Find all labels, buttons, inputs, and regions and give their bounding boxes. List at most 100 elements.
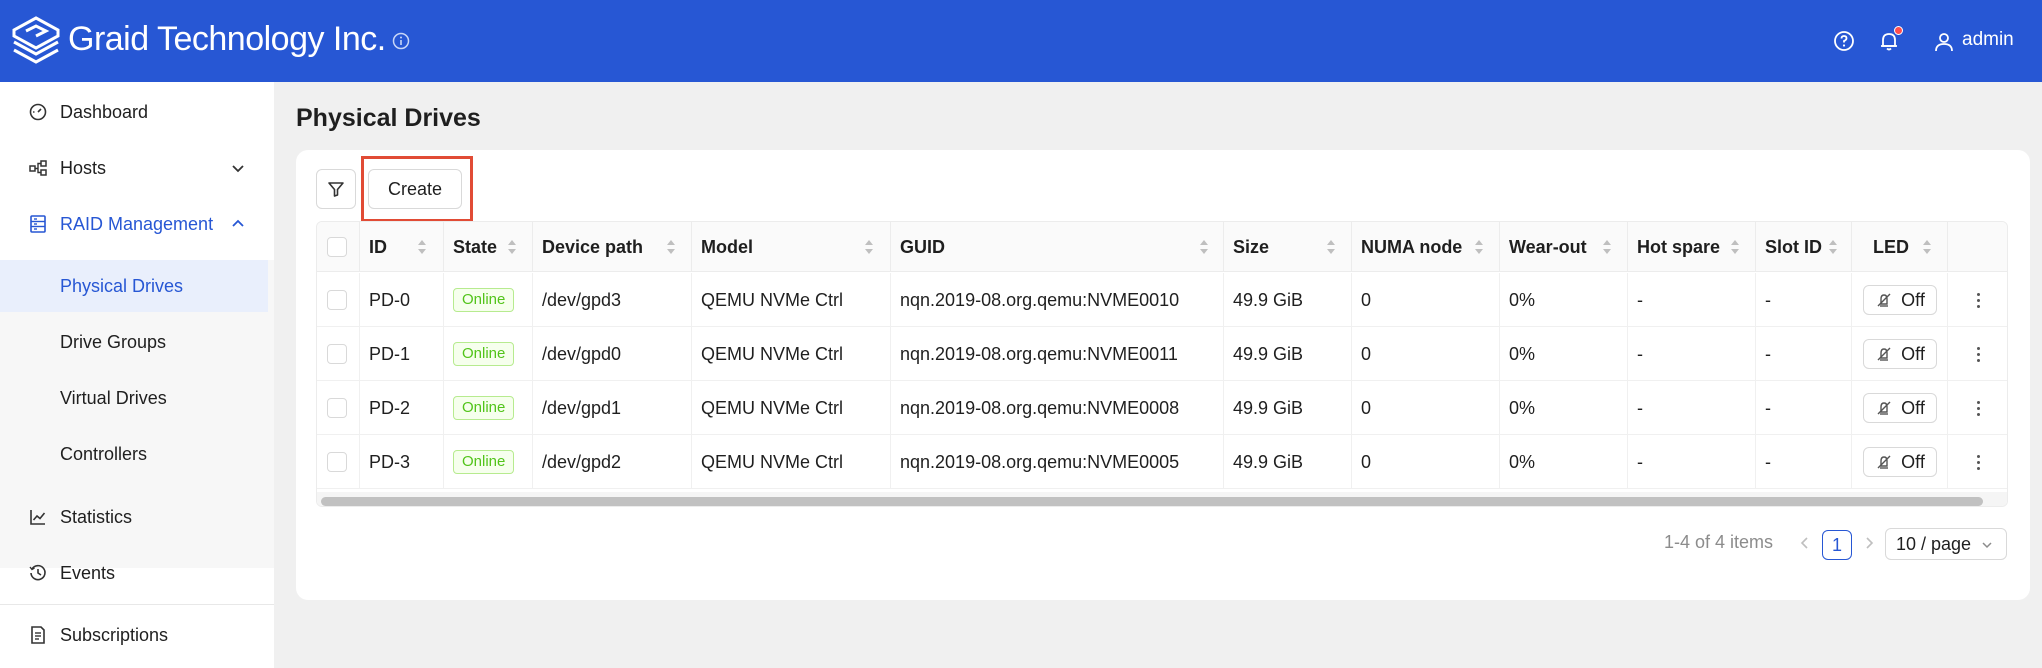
create-button[interactable]: Create — [368, 169, 462, 209]
cell-id: PD-1 — [369, 343, 411, 364]
column-header-led[interactable]: LED — [1863, 222, 1909, 272]
sidebar-item-subscriptions[interactable]: Subscriptions — [0, 607, 274, 663]
row-checkbox[interactable] — [327, 344, 347, 364]
led-toggle-button[interactable]: Off — [1863, 393, 1937, 423]
sort-icon[interactable] — [1730, 238, 1740, 256]
cell-id: PD-3 — [369, 451, 411, 472]
sort-icon[interactable] — [1199, 238, 1209, 256]
sidebar-item-label: Events — [60, 562, 116, 583]
page-size-select[interactable]: 10 / page — [1885, 528, 2007, 560]
top-header: Graid Technology Inc. admin — [0, 0, 2042, 82]
filter-button[interactable] — [316, 169, 356, 209]
sort-icon[interactable] — [864, 238, 874, 256]
drives-table: ID State Device path Model GUID Size NUM… — [316, 221, 2008, 507]
user-name[interactable]: admin — [1962, 29, 2014, 51]
sort-icon[interactable] — [1326, 238, 1336, 256]
statistics-icon — [30, 510, 46, 525]
column-header-state[interactable]: State — [443, 222, 497, 272]
cell-numa-node: 0 — [1361, 397, 1372, 418]
column-header-guid[interactable]: GUID — [890, 222, 945, 272]
current-page[interactable]: 1 — [1822, 530, 1852, 560]
sidebar-item-label: Controllers — [60, 443, 148, 464]
led-toggle-button[interactable]: Off — [1863, 339, 1937, 369]
column-separator — [1947, 435, 1948, 489]
cell-hot-spare: - — [1637, 397, 1643, 418]
row-checkbox[interactable] — [327, 452, 347, 472]
more-actions-icon[interactable] — [1972, 289, 1984, 311]
column-header-numa-node[interactable]: NUMA node — [1351, 222, 1462, 272]
sort-icon[interactable] — [1828, 238, 1838, 256]
hosts-icon — [29, 160, 47, 176]
column-header-id[interactable]: ID — [359, 222, 387, 272]
chevron-left-icon[interactable] — [1796, 532, 1814, 554]
sidebar-item-drive-groups[interactable]: Drive Groups — [0, 316, 274, 368]
cell-state: Online — [443, 327, 515, 381]
sidebar-item-dashboard[interactable]: Dashboard — [0, 84, 274, 140]
table-row[interactable]: PD-0 Online /dev/gpd3 QEMU NVMe Ctrl nqn… — [317, 273, 2007, 327]
sort-icon[interactable] — [1474, 238, 1484, 256]
page-size-value: 10 / page — [1896, 533, 1972, 554]
sort-icon[interactable] — [666, 238, 676, 256]
table-header: ID State Device path Model GUID Size NUM… — [317, 222, 2007, 272]
sort-icon[interactable] — [507, 238, 517, 256]
cell-size: 49.9 GiB — [1233, 289, 1304, 310]
column-header-model[interactable]: Model — [691, 222, 753, 272]
column-separator — [1947, 327, 1948, 381]
cell-state: Online — [443, 435, 515, 489]
column-header-wear-out[interactable]: Wear-out — [1499, 222, 1587, 272]
more-actions-icon[interactable] — [1972, 451, 1984, 473]
sidebar-item-controllers[interactable]: Controllers — [0, 428, 274, 480]
sidebar-item-label: Subscriptions — [60, 624, 169, 645]
row-checkbox[interactable] — [327, 398, 347, 418]
graid-logo-icon[interactable] — [8, 14, 64, 68]
cell-hot-spare: - — [1637, 289, 1643, 310]
column-separator — [1851, 381, 1852, 435]
help-icon[interactable] — [1832, 29, 1856, 53]
column-header-device-path[interactable]: Device path — [532, 222, 643, 272]
column-header-hot-spare[interactable]: Hot spare — [1627, 222, 1720, 272]
sidebar-item-hosts[interactable]: Hosts — [0, 140, 274, 196]
cell-device-path: /dev/gpd0 — [542, 343, 622, 364]
chevron-right-icon[interactable] — [1860, 532, 1878, 554]
cell-slot-id: - — [1765, 451, 1771, 472]
sort-icon[interactable] — [1922, 238, 1932, 256]
cell-guid: nqn.2019-08.org.qemu:NVME0008 — [900, 397, 1180, 418]
led-toggle-button[interactable]: Off — [1863, 447, 1937, 477]
sidebar-item-events[interactable]: Events — [0, 545, 274, 601]
pagination-total: 1-4 of 4 items — [1664, 532, 1774, 552]
sort-icon[interactable] — [1602, 238, 1612, 256]
column-header-size[interactable]: Size — [1223, 222, 1269, 272]
scrollbar-thumb[interactable] — [321, 497, 1983, 506]
select-all-checkbox[interactable] — [327, 237, 347, 257]
sidebar-item-label: Virtual Drives — [60, 387, 167, 408]
led-off-icon — [1877, 455, 1891, 469]
cell-hot-spare: - — [1637, 343, 1643, 364]
cell-model: QEMU NVMe Ctrl — [701, 397, 844, 418]
column-separator — [1947, 273, 1948, 327]
row-checkbox[interactable] — [327, 290, 347, 310]
led-label: Off — [1901, 451, 1925, 472]
more-actions-icon[interactable] — [1972, 397, 1984, 419]
sidebar-divider — [0, 604, 274, 605]
led-off-icon — [1877, 293, 1891, 307]
sidebar-item-label: Drive Groups — [60, 331, 167, 352]
info-icon[interactable] — [392, 32, 410, 50]
sidebar-item-virtual-drives[interactable]: Virtual Drives — [0, 372, 274, 424]
table-row[interactable]: PD-1 Online /dev/gpd0 QEMU NVMe Ctrl nqn… — [317, 327, 2007, 381]
cell-numa-node: 0 — [1361, 451, 1372, 472]
sort-icon[interactable] — [417, 238, 427, 256]
sidebar-item-raid-management[interactable]: RAID Management — [0, 196, 274, 252]
led-toggle-button[interactable]: Off — [1863, 285, 1937, 315]
table-row[interactable]: PD-3 Online /dev/gpd2 QEMU NVMe Ctrl nqn… — [317, 435, 2007, 489]
column-header-slot-id[interactable]: Slot ID — [1755, 222, 1822, 272]
sidebar-item-physical-drives[interactable]: Physical Drives — [0, 260, 268, 312]
sidebar-item-statistics[interactable]: Statistics — [0, 489, 274, 545]
sidebar: Dashboard Hosts RAID Management Physical… — [0, 82, 274, 668]
notification-dot — [1894, 26, 1903, 35]
user-icon[interactable] — [1932, 30, 1956, 54]
table-row[interactable]: PD-2 Online /dev/gpd1 QEMU NVMe Ctrl nqn… — [317, 381, 2007, 435]
cell-wear-out: 0% — [1509, 343, 1536, 364]
cell-size: 49.9 GiB — [1233, 397, 1304, 418]
column-separator — [1851, 273, 1852, 327]
more-actions-icon[interactable] — [1972, 343, 1984, 365]
